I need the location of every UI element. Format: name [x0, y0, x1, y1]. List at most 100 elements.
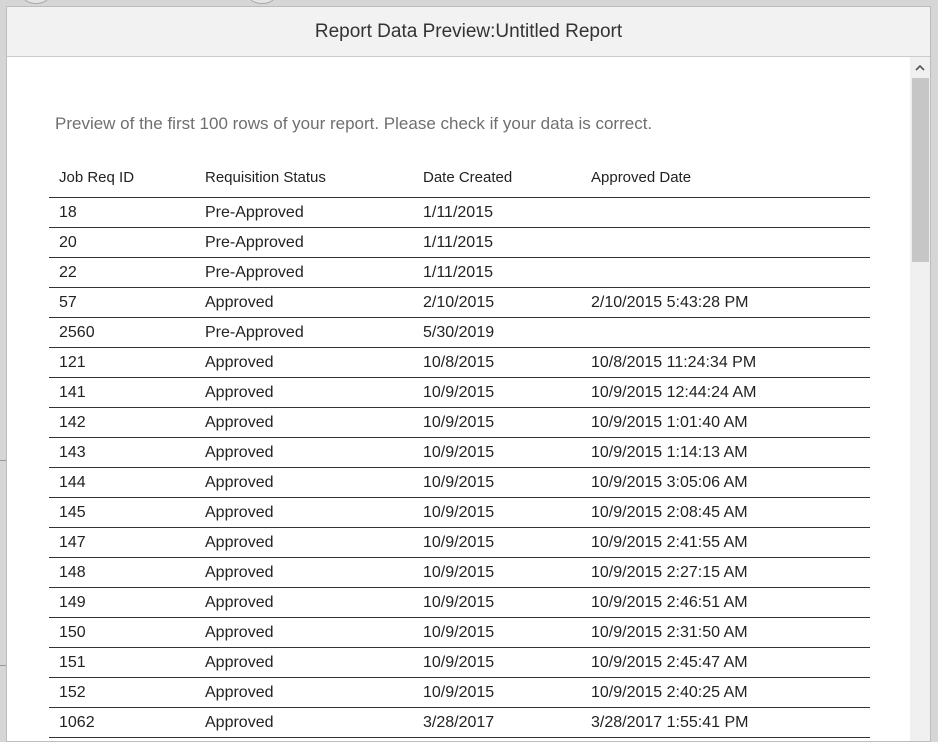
background-control-fragment [22, 0, 50, 4]
cell-requisition-status: Pre-Approved [195, 257, 413, 288]
cell-requisition-status: Approved [195, 557, 413, 588]
cell-date-created: 10/9/2015 [413, 407, 581, 438]
cell-approved-date [581, 227, 870, 258]
table-row: 1062 Approved 3/28/2017 3/28/2017 1:55:4… [49, 707, 870, 738]
cell-requisition-status: Approved [195, 437, 413, 468]
table-row: 147 Approved 10/9/2015 10/9/2015 2:41:55… [49, 527, 870, 558]
column-header-date-created: Date Created [413, 157, 581, 198]
cell-requisition-status: Pre-Approved [195, 197, 413, 228]
cell-job-req-id: 144 [49, 467, 195, 498]
table-row: 141 Approved 10/9/2015 10/9/2015 12:44:2… [49, 377, 870, 408]
cell-requisition-status: Approved [195, 527, 413, 558]
cell-job-req-id: 57 [49, 287, 195, 318]
table-row: 151 Approved 10/9/2015 10/9/2015 2:45:47… [49, 647, 870, 678]
cell-job-req-id: 152 [49, 677, 195, 708]
scrollbar-thumb[interactable] [912, 78, 929, 262]
cell-requisition-status: Approved [195, 347, 413, 378]
cell-job-req-id: 121 [49, 347, 195, 378]
cell-approved-date [581, 317, 870, 348]
cell-date-created: 1/11/2015 [413, 197, 581, 228]
table-row: 142 Approved 10/9/2015 10/9/2015 1:01:40… [49, 407, 870, 438]
chevron-up-icon[interactable] [910, 57, 930, 77]
cell-requisition-status: Approved [195, 407, 413, 438]
cell-job-req-id: 141 [49, 377, 195, 408]
cell-job-req-id: 142 [49, 407, 195, 438]
cell-date-created: 10/9/2015 [413, 677, 581, 708]
cell-approved-date [581, 197, 870, 228]
cell-date-created: 10/9/2015 [413, 647, 581, 678]
column-header-job-req-id: Job Req ID [49, 157, 195, 198]
column-header-requisition-status: Requisition Status [195, 157, 413, 198]
table-row: 20 Pre-Approved 1/11/2015 [49, 227, 870, 258]
cell-date-created: 2/10/2015 [413, 287, 581, 318]
cell-date-created: 10/9/2015 [413, 437, 581, 468]
cell-date-created: 10/9/2015 [413, 377, 581, 408]
cell-job-req-id: 2560 [49, 317, 195, 348]
report-preview-table: Job Req ID Requisition Status Date Creat… [49, 157, 870, 738]
cell-date-created: 3/28/2017 [413, 707, 581, 738]
cell-job-req-id: 147 [49, 527, 195, 558]
cell-approved-date: 10/9/2015 1:14:13 AM [581, 437, 870, 468]
table-body: 18 Pre-Approved 1/11/2015 20 Pre-Approve… [49, 197, 870, 738]
cell-date-created: 10/9/2015 [413, 467, 581, 498]
cell-date-created: 5/30/2019 [413, 317, 581, 348]
cell-requisition-status: Pre-Approved [195, 317, 413, 348]
table-header-row: Job Req ID Requisition Status Date Creat… [49, 157, 870, 198]
cell-requisition-status: Approved [195, 647, 413, 678]
cell-job-req-id: 150 [49, 617, 195, 648]
table-row: 22 Pre-Approved 1/11/2015 [49, 257, 870, 288]
table-row: 145 Approved 10/9/2015 10/9/2015 2:08:45… [49, 497, 870, 528]
table-row: 143 Approved 10/9/2015 10/9/2015 1:14:13… [49, 437, 870, 468]
cell-approved-date: 10/9/2015 2:40:25 AM [581, 677, 870, 708]
cell-requisition-status: Approved [195, 497, 413, 528]
cell-requisition-status: Approved [195, 587, 413, 618]
table-row: 18 Pre-Approved 1/11/2015 [49, 197, 870, 228]
column-header-approved-date: Approved Date [581, 157, 870, 198]
cell-date-created: 1/11/2015 [413, 227, 581, 258]
table-row: 121 Approved 10/8/2015 10/8/2015 11:24:3… [49, 347, 870, 378]
dialog-title: Report Data Preview:Untitled Report [314, 20, 623, 42]
cell-requisition-status: Approved [195, 287, 413, 318]
cell-job-req-id: 151 [49, 647, 195, 678]
cell-approved-date: 10/9/2015 2:46:51 AM [581, 587, 870, 618]
cell-job-req-id: 22 [49, 257, 195, 288]
cell-approved-date: 10/9/2015 2:08:45 AM [581, 497, 870, 528]
cell-job-req-id: 143 [49, 437, 195, 468]
cell-approved-date: 3/28/2017 1:55:41 PM [581, 707, 870, 738]
cell-date-created: 10/9/2015 [413, 497, 581, 528]
cell-requisition-status: Approved [195, 377, 413, 408]
cell-approved-date: 10/9/2015 2:41:55 AM [581, 527, 870, 558]
background-control-fragment [248, 0, 276, 4]
cell-approved-date [581, 257, 870, 288]
cell-requisition-status: Pre-Approved [195, 227, 413, 258]
vertical-scrollbar[interactable] [910, 57, 930, 741]
cell-date-created: 1/11/2015 [413, 257, 581, 288]
cell-approved-date: 10/9/2015 1:01:40 AM [581, 407, 870, 438]
table-row: 149 Approved 10/9/2015 10/9/2015 2:46:51… [49, 587, 870, 618]
table-row: 152 Approved 10/9/2015 10/9/2015 2:40:25… [49, 677, 870, 708]
cell-job-req-id: 20 [49, 227, 195, 258]
cell-approved-date: 10/9/2015 2:45:47 AM [581, 647, 870, 678]
cell-approved-date: 2/10/2015 5:43:28 PM [581, 287, 870, 318]
preview-intro-text: Preview of the first 100 rows of your re… [55, 114, 653, 133]
cell-job-req-id: 145 [49, 497, 195, 528]
cell-job-req-id: 18 [49, 197, 195, 228]
cell-requisition-status: Approved [195, 467, 413, 498]
cell-approved-date: 10/8/2015 11:24:34 PM [581, 347, 870, 378]
cell-job-req-id: 148 [49, 557, 195, 588]
cell-approved-date: 10/9/2015 3:05:06 AM [581, 467, 870, 498]
cell-requisition-status: Approved [195, 617, 413, 648]
cell-date-created: 10/9/2015 [413, 617, 581, 648]
table-row: 2560 Pre-Approved 5/30/2019 [49, 317, 870, 348]
report-preview-dialog: Report Data Preview:Untitled Report Prev… [6, 6, 931, 742]
dialog-header: Report Data Preview:Untitled Report [7, 7, 930, 57]
cell-date-created: 10/8/2015 [413, 347, 581, 378]
cell-approved-date: 10/9/2015 2:27:15 AM [581, 557, 870, 588]
cell-job-req-id: 1062 [49, 707, 195, 738]
cell-requisition-status: Approved [195, 707, 413, 738]
cell-date-created: 10/9/2015 [413, 587, 581, 618]
cell-date-created: 10/9/2015 [413, 527, 581, 558]
table-row: 144 Approved 10/9/2015 10/9/2015 3:05:06… [49, 467, 870, 498]
cell-approved-date: 10/9/2015 2:31:50 AM [581, 617, 870, 648]
cell-job-req-id: 149 [49, 587, 195, 618]
